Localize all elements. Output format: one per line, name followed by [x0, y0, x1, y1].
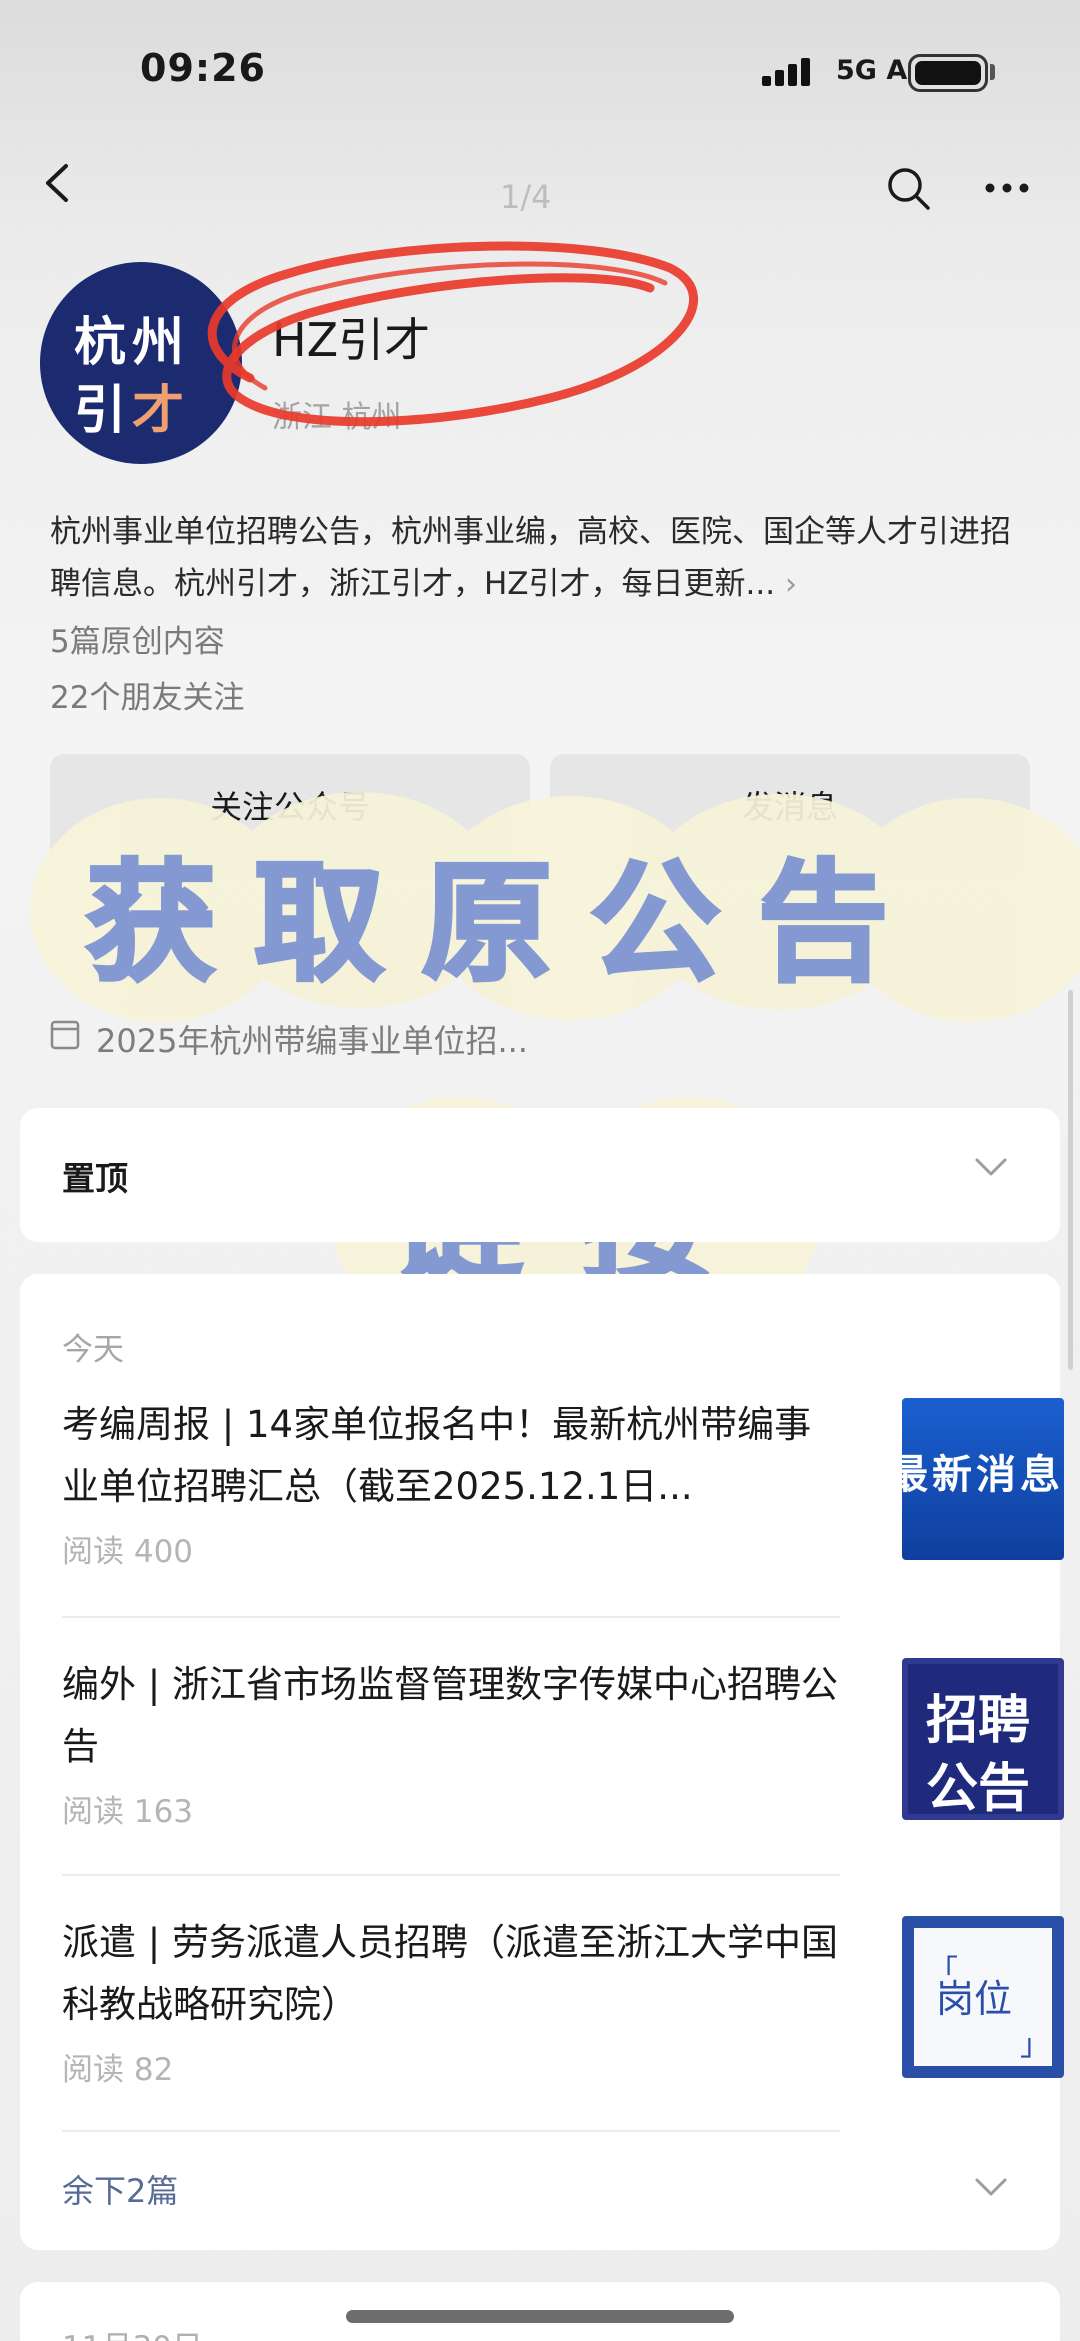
article-title: 考编周报 | 14家单位报名中！最新杭州带编事业单位招聘汇总（截至2025.12…: [62, 1403, 812, 1508]
network-label: 5G A: [836, 55, 908, 86]
article-item[interactable]: 编外 | 浙江省市场监督管理数字传媒中心招聘公告 阅读 163 招聘 公告: [62, 1654, 1064, 1831]
back-icon[interactable]: [38, 162, 80, 204]
article-icon: [50, 1020, 80, 1050]
article-item[interactable]: 派遣 | 劳务派遣人员招聘（派遣至浙江大学中国科教战略研究院） 阅读 82 「 …: [62, 1912, 1064, 2089]
search-icon[interactable]: [884, 164, 934, 214]
red-circle-annotation: [207, 241, 698, 427]
original-count: 5篇原创内容: [50, 624, 225, 660]
divider: [62, 1874, 840, 1876]
articles-section: 今天 考编周报 | 14家单位报名中！最新杭州带编事业单位招聘汇总（截至2025…: [20, 1274, 1064, 2250]
article-reads: 阅读 163: [62, 1794, 194, 1830]
friends-following[interactable]: 22个朋友关注: [50, 672, 244, 717]
battery-icon: [908, 54, 988, 92]
recent-article-link[interactable]: 2025年杭州带编事业单位招...: [96, 1016, 528, 1062]
article-reads: 阅读 400: [62, 1534, 194, 1570]
article-thumbnail: 最新消息: [902, 1398, 1064, 1560]
signal-icon: [762, 58, 810, 86]
article-reads: 阅读 82: [62, 2052, 174, 2088]
divider: [62, 1616, 840, 1618]
battery-cap: [990, 64, 995, 80]
chevron-down-icon: [975, 1158, 1007, 1176]
divider: [62, 2130, 840, 2132]
more-icon[interactable]: [982, 178, 1032, 198]
status-time: 09:26: [140, 46, 266, 90]
section-date-label: 11月30日: [62, 2322, 203, 2341]
section-date-label: 今天: [62, 1332, 124, 1368]
article-thumbnail: 「 岗位 」: [902, 1916, 1064, 2078]
article-title: 编外 | 浙江省市场监督管理数字传媒中心招聘公告: [62, 1663, 838, 1768]
pinned-section[interactable]: 置顶: [20, 1108, 1060, 1242]
scrollbar[interactable]: [1068, 990, 1073, 1370]
article-title: 派遣 | 劳务派遣人员招聘（派遣至浙江大学中国科教战略研究院）: [62, 1921, 838, 2026]
pinned-label: 置顶: [62, 1159, 128, 1198]
overlay-title: 获取原公告: [84, 845, 927, 1001]
chevron-down-icon: [975, 2178, 1007, 2196]
account-description[interactable]: 杭州事业单位招聘公告，杭州事业编，高校、医院、国企等人才引进招聘信息。杭州引才，…: [50, 506, 1030, 611]
image-counter: 1/4: [500, 178, 552, 216]
article-thumbnail: 招聘 公告: [902, 1658, 1064, 1820]
home-indicator[interactable]: [346, 2310, 734, 2323]
article-item[interactable]: 考编周报 | 14家单位报名中！最新杭州带编事业单位招聘汇总（截至2025.12…: [62, 1394, 1064, 1571]
remaining-articles-button[interactable]: 余下2篇: [62, 2166, 178, 2212]
chevron-right-icon: ›: [784, 567, 797, 602]
